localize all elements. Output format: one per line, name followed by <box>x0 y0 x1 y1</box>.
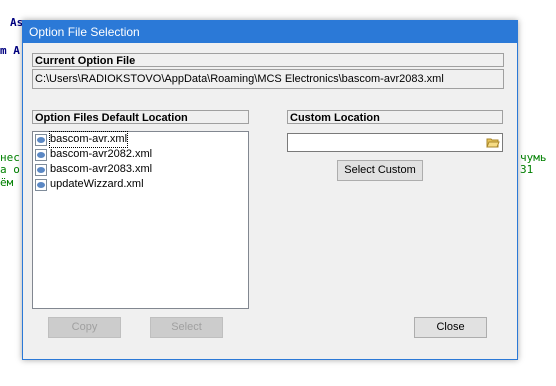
list-item[interactable]: bascom-avr2082.xml <box>33 147 248 162</box>
bg-text-fragment: ём <box>0 176 14 189</box>
custom-location-input[interactable] <box>287 133 503 152</box>
close-button[interactable]: Close <box>414 317 487 338</box>
current-option-file-path: C:\Users\RADIOKSTOVO\AppData\Roaming\MCS… <box>32 69 504 89</box>
bg-text-fragment: m A <box>0 44 20 57</box>
default-location-label: Option Files Default Location <box>32 110 249 124</box>
xml-file-icon <box>35 133 47 146</box>
list-item[interactable]: updateWizzard.xml <box>33 177 248 192</box>
bg-text-fragment: 31 <box>520 163 534 176</box>
option-files-list[interactable]: bascom-avr.xml bascom-avr2082.xml bascom… <box>32 131 249 309</box>
option-file-selection-dialog: Option File Selection Current Option Fil… <box>22 20 518 360</box>
file-name: bascom-avr2083.xml <box>50 163 153 175</box>
xml-file-icon <box>35 178 47 191</box>
select-button[interactable]: Select <box>150 317 223 338</box>
file-name: bascom-avr2082.xml <box>50 148 153 160</box>
file-name: updateWizzard.xml <box>50 178 144 190</box>
xml-file-icon <box>35 163 47 176</box>
copy-button[interactable]: Copy <box>48 317 121 338</box>
list-item[interactable]: bascom-avr2083.xml <box>33 162 248 177</box>
bg-text-fragment: a o <box>0 163 20 176</box>
dialog-title[interactable]: Option File Selection <box>23 21 517 43</box>
select-custom-button[interactable]: Select Custom <box>337 160 423 181</box>
open-folder-icon <box>486 138 500 147</box>
current-option-file-label: Current Option File <box>32 53 504 67</box>
list-item[interactable]: bascom-avr.xml <box>33 131 248 148</box>
custom-location-label: Custom Location <box>287 110 503 124</box>
xml-file-icon <box>35 148 47 161</box>
browse-folder-button[interactable] <box>485 135 501 150</box>
file-name: bascom-avr.xml <box>48 131 129 148</box>
